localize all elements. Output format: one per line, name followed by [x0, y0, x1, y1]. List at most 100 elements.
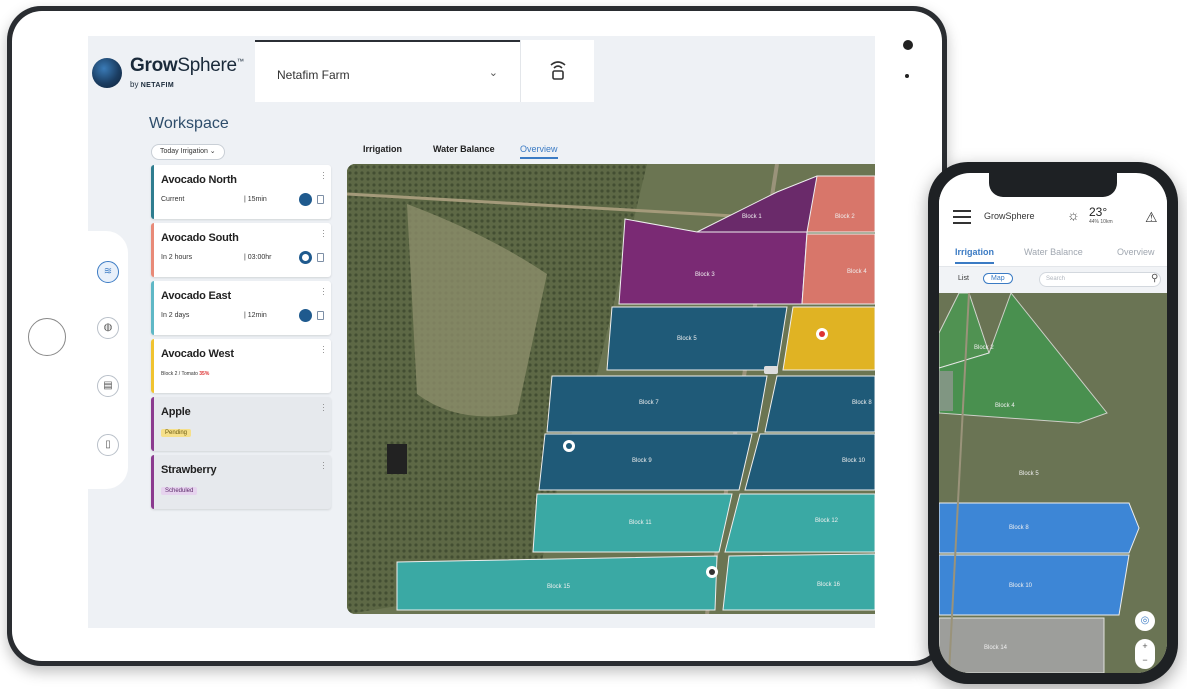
kebab-menu-icon[interactable]: · · · — [322, 458, 325, 473]
phone-device: GrowSphere ☼ 23° 44% 10km ⚠ Irrigation Wa… — [928, 162, 1178, 684]
report-icon[interactable]: ▯ — [97, 434, 119, 456]
block-label: Block 9 — [632, 458, 652, 464]
card-name: Strawberry — [161, 464, 217, 476]
card-duration: | 03:00hr — [244, 254, 272, 261]
water-drop-icon[interactable]: ◍ — [97, 317, 119, 339]
card-color-bar — [151, 397, 154, 451]
document-icon[interactable] — [317, 311, 324, 320]
search-icon[interactable]: ⚲ — [1151, 273, 1158, 284]
block-label: Block 10 — [1009, 583, 1033, 589]
chart-icon[interactable]: ▤ — [97, 375, 119, 397]
pending-badge: Pending — [161, 429, 192, 437]
progress-status-icon[interactable] — [299, 309, 312, 322]
block-label: Block 16 — [817, 582, 841, 588]
zoom-control[interactable]: + − — [1135, 639, 1155, 669]
tab-water-balance[interactable]: Water Balance — [433, 144, 495, 154]
marketing-composite: GrowSphere™ by NETAFIM Netafim Farm ⌄ Wo… — [0, 0, 1187, 689]
card-color-bar — [151, 223, 154, 277]
top-bar: GrowSphere™ by NETAFIM Netafim Farm ⌄ — [88, 36, 875, 102]
workspace-title: Workspace — [149, 115, 229, 132]
tab-overview[interactable]: Overview — [1117, 247, 1155, 257]
card-progress: Block 2 / Tomato 35% — [161, 371, 210, 377]
block-label: Block 5 — [677, 336, 697, 342]
card-name: Avocado West — [161, 348, 234, 360]
tab-overview[interactable]: Overview — [520, 144, 558, 159]
growsphere-logo-icon — [92, 58, 122, 88]
card-duration: | 15min — [244, 196, 267, 203]
phone-map[interactable]: Block 2 Block 4 Block 5 Block 8 Block 10… — [939, 293, 1167, 673]
block-label: Block 12 — [815, 518, 839, 524]
irrigation-card[interactable]: Strawberry Scheduled · · · — [151, 455, 331, 509]
tablet-home-button — [28, 318, 66, 356]
irrigation-card[interactable]: Avocado South In 2 hours | 03:00hr · · · — [151, 223, 331, 277]
card-color-bar — [151, 281, 154, 335]
document-icon[interactable] — [317, 253, 324, 262]
block-label: Block 2 — [835, 214, 855, 220]
locate-me-icon[interactable]: ◎ — [1135, 611, 1155, 631]
block-label: Block 15 — [547, 584, 571, 590]
list-toggle[interactable]: List — [958, 275, 969, 282]
block-8 — [939, 502, 1140, 554]
map-toggle[interactable]: Map — [983, 273, 1013, 284]
block-label: Block 5 — [1019, 471, 1039, 477]
tab-irrigation[interactable]: Irrigation — [955, 247, 995, 264]
tablet-screen: GrowSphere™ by NETAFIM Netafim Farm ⌄ Wo… — [88, 36, 875, 628]
view-tabs: Irrigation Water Balance Overview — [363, 141, 663, 161]
phone-header: GrowSphere ☼ 23° 44% 10km ⚠ — [939, 197, 1167, 237]
irrigation-filter-dropdown[interactable]: Today Irrigation ⌄ — [151, 144, 225, 160]
block-5 — [606, 306, 788, 371]
card-color-bar — [151, 339, 154, 393]
block-label: Block 4 — [847, 269, 867, 275]
card-duration: | 12min — [244, 312, 267, 319]
list-map-toggle: List Map Search ⚲ — [939, 267, 1167, 293]
kebab-menu-icon[interactable]: · · · — [322, 400, 325, 415]
block-label: Block 8 — [1009, 525, 1029, 531]
kebab-menu-icon[interactable]: · · · — [322, 284, 325, 299]
sensor-button[interactable] — [520, 40, 594, 102]
schedule-status-icon[interactable] — [299, 251, 312, 264]
block-label: Block 7 — [639, 400, 659, 406]
card-when: In 2 hours — [161, 254, 193, 261]
block-label: Block 10 — [842, 458, 866, 464]
block-label: Block 2 — [974, 345, 994, 351]
temperature: 23° 44% 10km — [1089, 205, 1113, 225]
card-name: Apple — [161, 406, 191, 418]
block-10 — [939, 554, 1130, 616]
scheduled-badge: Scheduled — [161, 487, 198, 495]
irrigation-icon[interactable]: ≋ — [97, 261, 119, 283]
menu-icon[interactable] — [953, 210, 971, 228]
farm-selector[interactable]: Netafim Farm ⌄ — [255, 40, 520, 102]
tablet-sensor — [905, 74, 909, 78]
search-input[interactable]: Search — [1039, 272, 1161, 287]
phone-screen: GrowSphere ☼ 23° 44% 10km ⚠ Irrigation Wa… — [939, 173, 1167, 673]
tab-irrigation[interactable]: Irrigation — [363, 144, 402, 154]
app-logo-text: GrowSphere™ — [130, 55, 244, 76]
block-label: Block 8 — [852, 400, 872, 406]
tablet-camera — [903, 40, 913, 50]
phone-logo: GrowSphere — [984, 211, 1035, 221]
kebab-menu-icon[interactable]: · · · — [322, 342, 325, 357]
block-15 — [396, 555, 718, 611]
wireless-sensor-icon — [550, 61, 566, 80]
block-12 — [724, 493, 875, 553]
card-when: Current — [161, 196, 185, 203]
irrigation-card[interactable]: Apple Pending · · · — [151, 397, 331, 451]
block-16 — [722, 553, 875, 611]
block-label: Block 14 — [984, 645, 1008, 651]
document-icon[interactable] — [317, 195, 324, 204]
irrigation-card[interactable]: Avocado West Block 2 / Tomato 35% · · · — [151, 339, 331, 393]
irrigation-card-list: Avocado North Current | 15min · · · Avocad… — [151, 165, 331, 513]
block-label: Block 11 — [629, 520, 652, 526]
valve-marker — [764, 366, 778, 374]
farm-map[interactable]: Block 1 Block 2 Block 3 Block 4 Block 5 … — [347, 164, 875, 614]
tab-water-balance[interactable]: Water Balance — [1024, 247, 1083, 257]
card-name: Avocado East — [161, 290, 231, 302]
irrigation-card[interactable]: Avocado North Current | 15min · · · — [151, 165, 331, 219]
card-name: Avocado South — [161, 232, 239, 244]
play-status-icon[interactable] — [299, 193, 312, 206]
kebab-menu-icon[interactable]: · · · — [322, 168, 325, 183]
kebab-menu-icon[interactable]: · · · — [322, 226, 325, 241]
card-when: In 2 days — [161, 312, 190, 319]
alert-icon[interactable]: ⚠ — [1145, 209, 1158, 226]
irrigation-card[interactable]: Avocado East In 2 days | 12min · · · — [151, 281, 331, 335]
